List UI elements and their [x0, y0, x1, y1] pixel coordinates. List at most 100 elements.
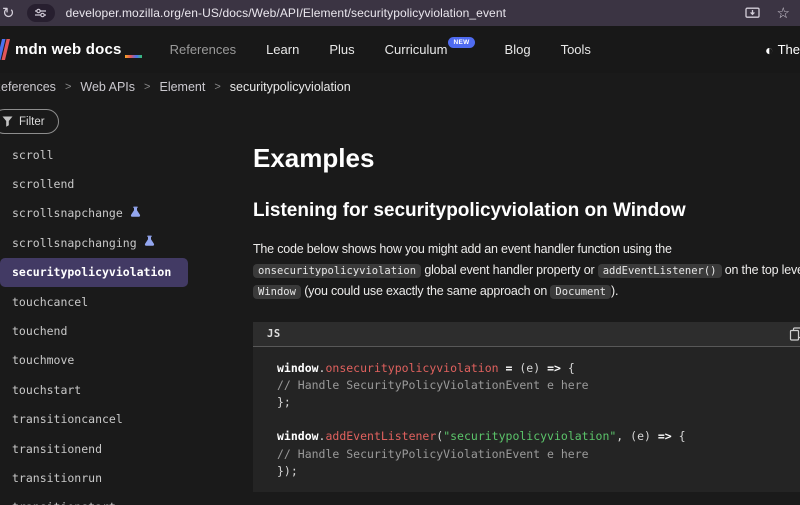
paragraph-text: The code below shows how you might add a… — [253, 242, 672, 256]
paragraph-line: Window (you could use exactly the same a… — [253, 281, 800, 303]
inline-code: Window — [253, 285, 301, 299]
code-language-label: JS — [267, 328, 281, 340]
breadcrumb-item[interactable]: References — [0, 80, 56, 94]
breadcrumb-item[interactable]: Element — [159, 80, 205, 94]
code-token: { — [561, 361, 575, 375]
sidebar-item-label: scroll — [12, 148, 54, 162]
sidebar-item-transitionrun[interactable]: transitionrun — [0, 463, 253, 492]
sidebar-item-touchstart[interactable]: touchstart — [0, 375, 253, 404]
new-badge: NEW — [448, 37, 474, 48]
sidebar-item-label: touchmove — [12, 353, 74, 367]
sidebar-item-label: transitionrun — [12, 471, 102, 485]
sidebar-item-label: transitioncancel — [12, 412, 123, 426]
main-content: Examples Listening for securitypolicyvio… — [253, 131, 800, 492]
code-token: => — [547, 361, 561, 375]
experimental-flask-icon — [144, 235, 155, 250]
header-nav: References Learn Plus CurriculumNEW Blog Tool… — [170, 42, 591, 57]
experimental-flask-icon — [130, 206, 141, 218]
theme-label: The — [778, 42, 800, 57]
nav-item-learn[interactable]: Learn — [266, 42, 299, 57]
nav-item-curriculum[interactable]: CurriculumNEW — [385, 42, 475, 57]
code-line: window.addEventListener("securitypolicyv… — [277, 428, 800, 445]
sidebar: Filter scroll scrollend scrollsnapchange sc… — [0, 104, 253, 505]
code-line: // Handle SecurityPolicyViolationEvent e… — [277, 446, 800, 463]
nav-item-plus[interactable]: Plus — [329, 42, 354, 57]
sidebar-item-scrollend[interactable]: scrollend — [0, 169, 253, 198]
browser-chrome: ↻ developer.mozilla.org/en-US/docs/Web/A… — [0, 0, 800, 26]
sidebar-item-touchcancel[interactable]: touchcancel — [0, 287, 253, 316]
url-text[interactable]: developer.mozilla.org/en-US/docs/Web/API… — [66, 6, 506, 20]
sidebar-item-transitionstart[interactable]: transitionstart — [0, 493, 253, 505]
site-header: mdn web docs References Learn Plus Curricul… — [0, 26, 800, 73]
nav-item-label: Tools — [561, 42, 591, 57]
reload-icon[interactable]: ↻ — [2, 6, 15, 21]
code-block-header: JS — [253, 322, 800, 347]
code-token: window — [277, 429, 319, 443]
nav-item-references[interactable]: References — [170, 42, 236, 57]
inline-code: Document — [550, 285, 611, 299]
code-token: addEventListener — [325, 429, 436, 443]
nav-item-label: Blog — [505, 42, 531, 57]
experimental-flask-icon — [130, 206, 141, 221]
breadcrumb-item[interactable]: Web APIs — [80, 80, 135, 94]
filter-button[interactable]: Filter — [0, 109, 59, 134]
sidebar-item-scroll[interactable]: scroll — [0, 140, 253, 169]
sidebar-item-touchmove[interactable]: touchmove — [0, 346, 253, 375]
nav-item-label: Learn — [266, 42, 299, 57]
send-to-device-glyph — [745, 7, 760, 20]
sidebar-item-label: scrollsnapchange — [12, 206, 123, 220]
sidebar-item-scrollsnapchange[interactable]: scrollsnapchange — [0, 199, 253, 228]
filter-funnel-icon — [2, 116, 13, 127]
mdn-logo[interactable]: mdn web docs — [0, 39, 142, 60]
breadcrumb-item[interactable]: securitypolicyviolation — [230, 80, 351, 94]
copy-code-button[interactable] — [789, 327, 800, 341]
code-line: // Handle SecurityPolicyViolationEvent e… — [277, 377, 800, 394]
theme-icon: ◐ — [765, 42, 773, 58]
description-paragraph: The code below shows how you might add a… — [253, 239, 800, 303]
inline-code: addEventListener() — [598, 264, 722, 278]
sidebar-item-transitioncancel[interactable]: transitioncancel — [0, 405, 253, 434]
sidebar-item-label: transitionend — [12, 442, 102, 456]
subsection-title: Listening for securitypolicyviolation on… — [253, 199, 800, 223]
sidebar-item-label: touchstart — [12, 383, 81, 397]
save-to-device-icon[interactable] — [745, 7, 760, 20]
breadcrumb-separator-icon: > — [144, 81, 150, 93]
breadcrumb-separator-icon: > — [214, 81, 220, 93]
nav-item-blog[interactable]: Blog — [505, 42, 531, 57]
code-block: JS window.onsecuritypolicyviolation = (e… — [253, 322, 800, 492]
tune-icon — [34, 8, 47, 18]
paragraph-line: The code below shows how you might add a… — [253, 239, 800, 260]
paragraph-text: global event handler property or — [421, 263, 598, 277]
logo-underscore — [125, 55, 142, 58]
theme-toggle[interactable]: ◐ The — [765, 42, 800, 58]
mdn-logo-text: mdn web docs — [15, 41, 122, 58]
code-token: { — [672, 429, 686, 443]
site-info-button[interactable] — [27, 4, 55, 22]
breadcrumb: References>Web APIs>Element>securitypoli… — [0, 80, 351, 94]
sidebar-item-scrollsnapchanging[interactable]: scrollsnapchanging — [0, 228, 253, 257]
mdn-logo-mark-icon — [0, 39, 10, 60]
code-token: (e) — [512, 361, 547, 375]
code-token: }); — [277, 464, 298, 478]
code-token: => — [658, 429, 672, 443]
sidebar-item-transitionend[interactable]: transitionend — [0, 434, 253, 463]
inline-code: onsecuritypolicyviolation — [253, 264, 421, 278]
paragraph-line: onsecuritypolicyviolation global event h… — [253, 260, 800, 282]
code-token: // Handle SecurityPolicyViolationEvent e… — [277, 378, 589, 392]
section-title: Examples — [253, 143, 800, 173]
code-content[interactable]: window.onsecuritypolicyviolation = (e) =… — [253, 347, 800, 492]
sidebar-item-label: securitypolicyviolation — [12, 265, 171, 279]
code-line — [277, 411, 800, 428]
code-line: }; — [277, 394, 800, 411]
code-token: window — [277, 361, 319, 375]
code-line: }); — [277, 463, 800, 480]
sidebar-item-touchend[interactable]: touchend — [0, 316, 253, 345]
nav-item-tools[interactable]: Tools — [561, 42, 591, 57]
experimental-flask-icon — [144, 235, 155, 247]
paragraph-text: (you could use exactly the same approach… — [301, 284, 550, 298]
paragraph-text: ). — [611, 284, 618, 298]
copy-icon — [789, 327, 800, 341]
sidebar-item-securitypolicyviolation[interactable]: securitypolicyviolation — [0, 258, 188, 287]
nav-item-label: Plus — [329, 42, 354, 57]
bookmark-star-icon[interactable]: ☆ — [777, 6, 790, 21]
